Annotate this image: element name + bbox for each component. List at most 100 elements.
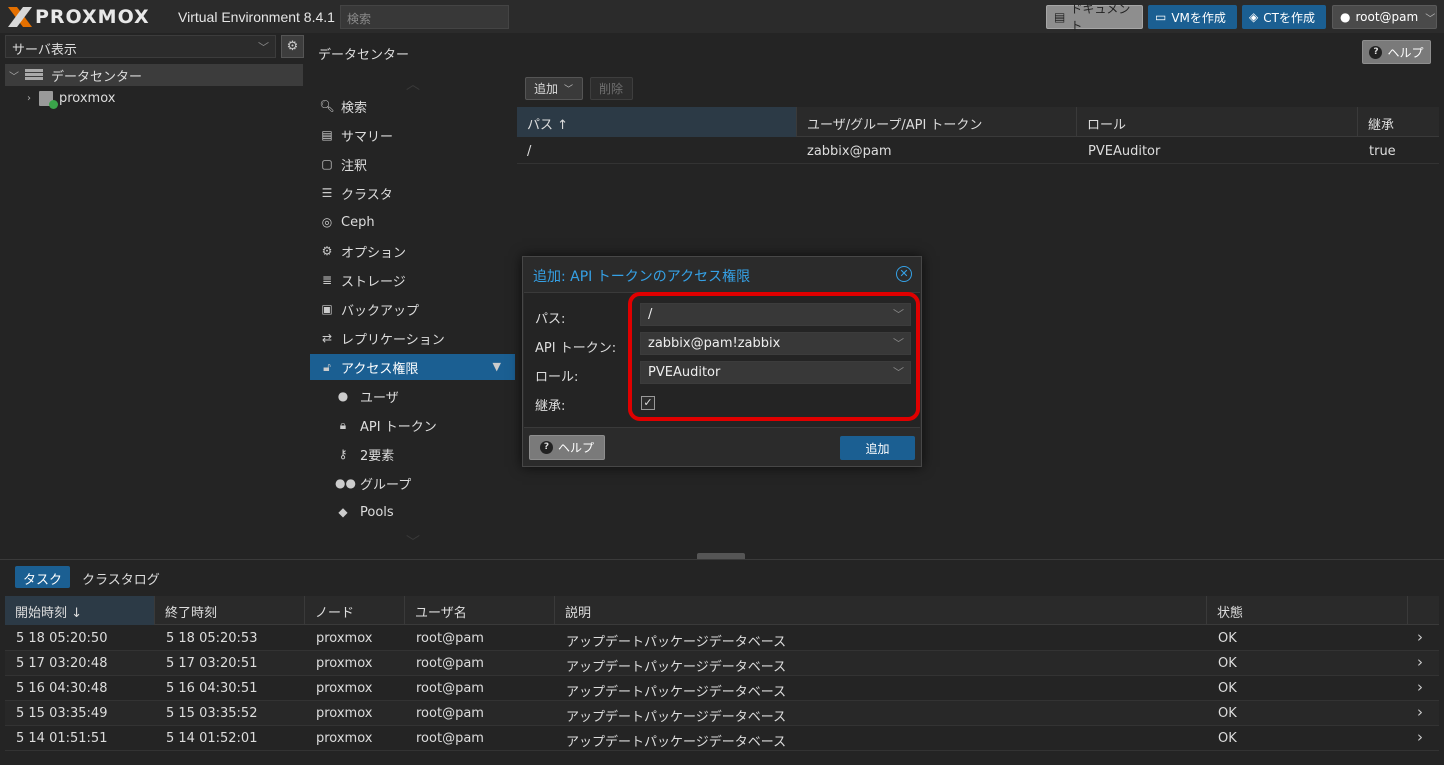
tags-icon: ◆ [338, 505, 348, 519]
chevron-down-icon[interactable]: ﹀ [9, 68, 21, 83]
help-button[interactable]: ? ヘルプ [1362, 40, 1431, 64]
chevron-down-icon: ﹀ [1425, 13, 1436, 25]
cell-status: OK [1218, 656, 1237, 671]
api-token-label: API トークン: [535, 341, 617, 356]
documentation-button[interactable]: ▤ ドキュメント [1046, 2, 1143, 33]
column-header-role[interactable]: ロール [1077, 107, 1358, 137]
scroll-down-icon[interactable]: ﹀ [406, 532, 420, 552]
nav-item-storage[interactable]: ≣ ストレージ [310, 267, 515, 293]
documentation-label: ドキュメント [1070, 2, 1131, 33]
database-icon: ≣ [321, 273, 333, 287]
nav-item-label: オプション [341, 245, 407, 261]
nav-item-permissions[interactable]: 🔓︎ アクセス権限 ▼ [310, 354, 515, 380]
cell-start: 5 14 01:51:51 [16, 731, 108, 746]
column-header-user[interactable]: ユーザ名 [405, 596, 555, 625]
nav-item-ceph[interactable]: ◎ Ceph [310, 209, 515, 235]
column-header-path[interactable]: パス ↑ [517, 107, 797, 137]
nav-item-search[interactable]: 🔍︎ 検索 [310, 93, 515, 119]
tree-item-node-label: proxmox [59, 90, 116, 106]
nav-item-label: Ceph [341, 214, 375, 230]
nav-item-label: 注釈 [341, 158, 368, 174]
cell-user: root@pam [416, 681, 484, 696]
cell-end: 5 16 04:30:51 [166, 681, 258, 696]
tab-cluster-log[interactable]: クラスタログ [74, 566, 168, 588]
search-input[interactable]: 検索 [340, 5, 509, 29]
view-selector[interactable]: サーバ表示 ﹀ [5, 35, 276, 58]
nav-item-label: ストレージ [341, 274, 406, 290]
dialog-add-button[interactable]: 追加 [840, 436, 915, 460]
column-header-start-time[interactable]: 開始時刻 ↓ [5, 596, 155, 625]
cell-node: proxmox [316, 731, 373, 746]
chevron-right-icon[interactable]: › [1417, 728, 1423, 746]
desktop-icon: ▭ [1155, 10, 1167, 24]
question-icon: ? [539, 441, 553, 454]
close-icon[interactable]: ✕ [896, 266, 912, 282]
nav-item-pools[interactable]: ◆ Pools [310, 499, 515, 525]
nav-item-api-tokens[interactable]: 🔒︎ API トークン [310, 412, 515, 438]
create-vm-button[interactable]: ▭ VMを作成 [1148, 5, 1237, 29]
chevron-right-icon[interactable]: › [1417, 678, 1423, 696]
table-row[interactable]: 5 14 01:51:51 5 14 01:52:01 proxmox root… [5, 726, 1439, 751]
table-row[interactable]: / zabbix@pam PVEAuditor true [517, 138, 1439, 164]
users-icon: ●● [335, 476, 356, 490]
scroll-up-icon[interactable]: ︿ [406, 74, 420, 94]
column-header-node[interactable]: ノード [305, 596, 405, 625]
chevron-right-icon[interactable]: › [27, 93, 37, 104]
table-row[interactable]: 5 16 04:30:48 5 16 04:30:51 proxmox root… [5, 676, 1439, 701]
add-permission-dialog: 追加: API トークンのアクセス権限 ✕ パス: / ﹀ API トークン: … [522, 256, 922, 467]
table-row[interactable]: 5 18 05:20:50 5 18 05:20:53 proxmox root… [5, 626, 1439, 651]
tree-item-datacenter[interactable]: ﹀ データセンター [5, 64, 303, 86]
create-ct-label: CTを作成 [1263, 10, 1315, 25]
tab-tasks[interactable]: タスク [15, 566, 71, 588]
chevron-right-icon[interactable]: › [1417, 653, 1423, 671]
caret-down-icon[interactable]: ▼ [493, 360, 501, 373]
cell-node: proxmox [316, 681, 373, 696]
tree-item-node[interactable]: › proxmox [27, 88, 116, 109]
table-row[interactable]: 5 15 03:35:49 5 15 03:35:52 proxmox root… [5, 701, 1439, 726]
propagate-checkbox[interactable]: ✓ [641, 396, 655, 410]
cell-end: 5 15 03:35:52 [166, 706, 258, 721]
chevron-down-icon: ﹀ [893, 308, 904, 321]
user-menu-button[interactable]: ● root@pam ﹀ [1332, 5, 1437, 29]
column-header-user[interactable]: ユーザ/グループ/API トークン [797, 107, 1077, 137]
proxmox-x-icon [8, 7, 32, 27]
resource-tree-panel [5, 33, 305, 553]
cell-user: zabbix@pam [807, 144, 892, 159]
nav-item-users[interactable]: ● ユーザ [310, 383, 515, 409]
nav-item-notes[interactable]: ▢ 注釈 [310, 151, 515, 177]
column-header-status[interactable]: 状態 [1207, 596, 1408, 625]
table-row[interactable]: 5 17 03:20:48 5 17 03:20:51 proxmox root… [5, 651, 1439, 676]
nav-item-replication[interactable]: ⇄ レプリケーション [310, 325, 515, 351]
chevron-right-icon[interactable]: › [1417, 703, 1423, 721]
book-icon: ▤ [321, 128, 333, 142]
cell-node: proxmox [316, 656, 373, 671]
chevron-down-icon: ﹀ [564, 85, 574, 95]
role-label: ロール: [535, 370, 579, 385]
nav-item-two-factor[interactable]: ⚷ 2要素 [310, 441, 515, 467]
add-permission-button[interactable]: 追加 ﹀ [525, 77, 583, 100]
nav-item-cluster[interactable]: ☰ クラスタ [310, 180, 515, 206]
nav-item-backup[interactable]: ▣ バックアップ [310, 296, 515, 322]
path-select[interactable]: / ﹀ [640, 303, 911, 326]
nav-item-groups[interactable]: ●● グループ [310, 470, 515, 496]
column-header-description[interactable]: 説明 [555, 596, 1207, 625]
nav-item-summary[interactable]: ▤ サマリー [310, 122, 515, 148]
dialog-help-button[interactable]: ? ヘルプ [529, 435, 605, 460]
nav-item-options[interactable]: ⚙ オプション [310, 238, 515, 264]
nav-item-label: クラスタ [341, 187, 393, 203]
user-label: root@pam [1355, 10, 1419, 24]
cell-status: OK [1218, 731, 1237, 746]
cube-icon: ◈ [1249, 10, 1259, 24]
api-token-select[interactable]: zabbix@pam!zabbix ﹀ [640, 332, 911, 355]
chevron-right-icon[interactable]: › [1417, 628, 1423, 646]
user-icon: ● [337, 389, 349, 403]
add-permission-label: 追加 [534, 82, 559, 96]
role-select[interactable]: PVEAuditor ﹀ [640, 361, 911, 384]
column-header-end-time[interactable]: 終了時刻 [155, 596, 305, 625]
delete-permission-button[interactable]: 削除 [590, 77, 633, 100]
cell-start: 5 18 05:20:50 [16, 631, 108, 646]
tree-settings-button[interactable]: ⚙ [281, 35, 304, 58]
column-header-propagate[interactable]: 継承 [1358, 107, 1439, 137]
cell-status: OK [1218, 706, 1237, 721]
create-ct-button[interactable]: ◈ CTを作成 [1242, 5, 1326, 29]
